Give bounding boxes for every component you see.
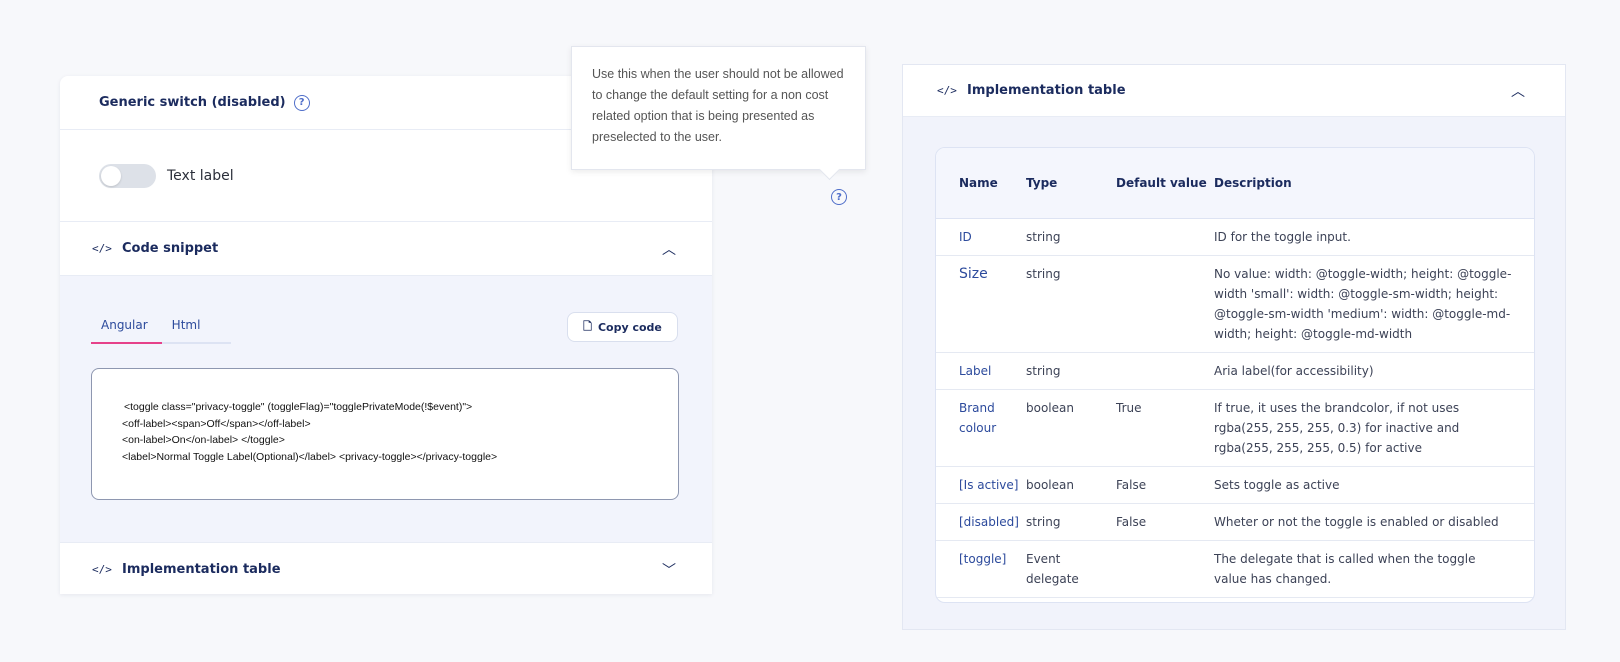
cell-name: ID xyxy=(936,218,1026,256)
chevron-up-icon[interactable]: ︿ xyxy=(1511,81,1525,101)
cell-default xyxy=(1116,540,1214,598)
code-line: <off-label><span>Off</span></off-label> xyxy=(122,417,311,430)
code-icon: </> xyxy=(937,84,957,97)
code-line: <toggle class="privacy-toggle" (toggleFl… xyxy=(124,401,473,413)
card-title: Generic switch (disabled) xyxy=(99,95,286,110)
document-icon: 🗋 xyxy=(583,319,592,333)
implementation-table-title: Implementation table xyxy=(122,562,281,577)
implementation-table: Name Type Default value Description ID s… xyxy=(935,147,1535,603)
column-header-description: Description xyxy=(1214,148,1534,219)
table-header-row: Name Type Default value Description xyxy=(936,148,1534,219)
cell-description: ID for the toggle input. xyxy=(1214,218,1534,256)
cell-type: Event delegate xyxy=(1026,540,1116,598)
cell-name: Size xyxy=(936,255,1026,353)
code-snippet-header[interactable]: </> Code snippet ︿ xyxy=(60,222,712,276)
cell-description: No value: width: @toggle-width; height: … xyxy=(1214,255,1534,353)
toggle-text-label: Text label xyxy=(167,167,234,184)
cell-type: string xyxy=(1026,255,1116,353)
props-table: Name Type Default value Description ID s… xyxy=(936,148,1534,598)
cell-name: Brand colour xyxy=(936,389,1026,467)
cell-type: string xyxy=(1026,218,1116,256)
cell-description: Sets toggle as active xyxy=(1214,466,1534,504)
code-block[interactable]: <toggle class="privacy-toggle" (toggleFl… xyxy=(91,368,679,500)
help-icon[interactable]: ? xyxy=(831,189,847,205)
table-row: Label string Aria label(for accessibilit… xyxy=(936,352,1534,390)
cell-name: [toggle] xyxy=(936,540,1026,598)
copy-code-button[interactable]: 🗋 Copy code xyxy=(567,312,678,342)
cell-default xyxy=(1116,352,1214,390)
table-row: [toggle] Event delegate The delegate tha… xyxy=(936,540,1534,598)
table-row: Size string No value: width: @toggle-wid… xyxy=(936,255,1534,353)
implementation-table-header[interactable]: </> Implementation table ︿ xyxy=(903,65,1565,117)
cell-default xyxy=(1116,255,1214,353)
help-tooltip: Use this when the user should not be all… xyxy=(571,46,866,170)
implementation-table-header-collapsed[interactable]: </> Implementation table ﹀ xyxy=(60,542,712,594)
cell-default: True xyxy=(1116,389,1214,467)
tab-html[interactable]: Html xyxy=(162,312,211,342)
implementation-table-title: Implementation table xyxy=(967,83,1126,98)
cell-type: string xyxy=(1026,352,1116,390)
cell-name: [Is active] xyxy=(936,466,1026,504)
code-snippet-title: Code snippet xyxy=(122,241,219,256)
help-icon[interactable]: ? xyxy=(293,94,310,111)
cell-type: boolean xyxy=(1026,389,1116,467)
disabled-toggle-switch[interactable] xyxy=(99,163,156,188)
cell-description: The delegate that is called when the tog… xyxy=(1214,540,1534,598)
toggle-knob xyxy=(101,165,121,186)
table-row: ID string ID for the toggle input. xyxy=(936,218,1534,256)
copy-code-label: Copy code xyxy=(597,320,662,334)
code-icon: </> xyxy=(92,563,112,576)
cell-name: Label xyxy=(936,352,1026,390)
code-line: <label>Normal Toggle Label(Optional)</la… xyxy=(122,450,498,463)
chevron-down-icon[interactable]: ﹀ xyxy=(662,560,676,580)
code-line: <on-label>On</on-label> </toggle> xyxy=(122,434,285,446)
cell-name: [disabled] xyxy=(936,503,1026,541)
column-header-default: Default value xyxy=(1116,148,1214,219)
cell-description: Aria label(for accessibility) xyxy=(1214,352,1534,390)
tab-angular[interactable]: Angular xyxy=(91,312,162,344)
cell-type: string xyxy=(1026,503,1116,541)
table-row: [disabled] string False Wheter or not th… xyxy=(936,503,1534,541)
cell-description: Wheter or not the toggle is enabled or d… xyxy=(1214,503,1534,541)
cell-default: False xyxy=(1116,466,1214,504)
implementation-table-card: </> Implementation table ︿ Name Type Def… xyxy=(902,64,1566,630)
language-tabs: Angular Html xyxy=(91,312,231,344)
code-snippet-body: Angular Html 🗋 Copy code <toggle class="… xyxy=(60,276,712,542)
column-header-name: Name xyxy=(936,148,1026,219)
cell-type: boolean xyxy=(1026,466,1116,504)
table-row: Brand colour boolean True If true, it us… xyxy=(936,389,1534,467)
code-icon: </> xyxy=(92,242,112,255)
table-row: [Is active] boolean False Sets toggle as… xyxy=(936,466,1534,504)
cell-default xyxy=(1116,218,1214,256)
chevron-up-icon[interactable]: ︿ xyxy=(662,239,676,259)
column-header-type: Type xyxy=(1026,148,1116,219)
cell-description: If true, it uses the brandcolor, if not … xyxy=(1214,389,1534,467)
tooltip-text: Use this when the user should not be all… xyxy=(592,67,844,144)
cell-default: False xyxy=(1116,503,1214,541)
